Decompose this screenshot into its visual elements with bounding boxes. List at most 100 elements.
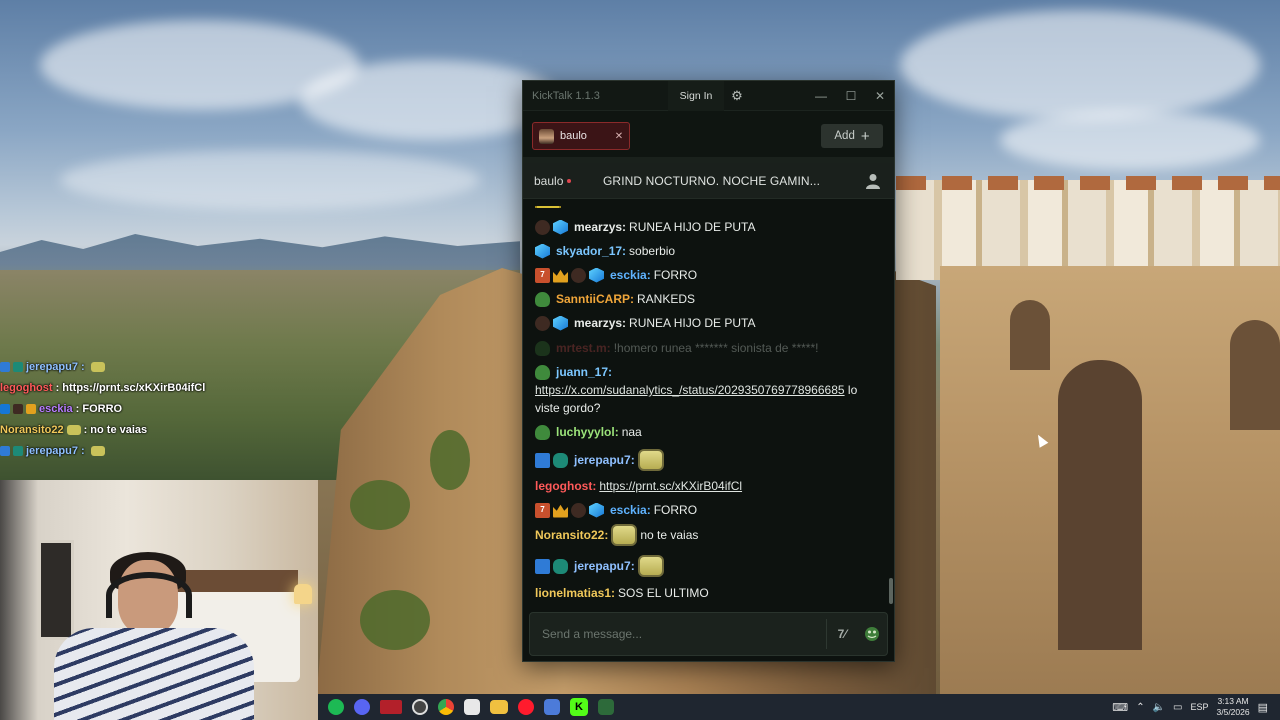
username: mrtest.m: — [556, 341, 611, 355]
message-link[interactable]: https://prnt.sc/xKXirB04ifCl — [599, 477, 742, 495]
frog-badge-icon — [535, 340, 550, 356]
gear-icon: ⚙ — [731, 88, 743, 103]
username[interactable]: legoghost: — [535, 477, 596, 495]
app-icon[interactable] — [380, 700, 402, 714]
sign-in-button[interactable]: Sign In — [668, 81, 724, 111]
message-text: RUNEA HIJO DE PUTA — [629, 220, 756, 234]
chat-message: jerepapu7: — [535, 449, 880, 471]
username[interactable]: jerepapu7: — [574, 451, 635, 469]
emote-icon — [637, 555, 664, 577]
username[interactable]: juann_17: — [556, 363, 612, 381]
clock[interactable]: 3:13 AM 3/5/2026 — [1217, 696, 1250, 718]
message-text: SOS EL ULTIMO — [618, 586, 709, 600]
username[interactable]: luchyyylol: — [556, 423, 619, 441]
minimize-icon: — — [815, 89, 827, 103]
notifications-icon[interactable]: ▤ — [1258, 701, 1268, 714]
stream-chat-overlay: jerepapu7 : legoghost: https://prnt.sc/x… — [0, 356, 220, 461]
taskbar: K ⌨ ⌃ 🔈 ▭ ESP 3:13 AM 3/5/2026 ▤ — [318, 694, 1280, 720]
chat-message: Noransito22: no te vaias — [535, 524, 880, 546]
close-window-button[interactable]: ✕ — [865, 81, 894, 111]
network-icon[interactable]: ▭ — [1173, 702, 1182, 713]
chat-message: luchyyylol: naa — [535, 423, 880, 441]
username[interactable]: esckia: — [610, 266, 651, 284]
kicktalk-taskbar-icon[interactable]: K — [570, 698, 588, 716]
channel-header: baulo GRIND NOCTURNO. NOCHE GAMIN... — [523, 163, 894, 199]
overlay-chat-line: jerepapu7 : — [0, 440, 220, 461]
hammer-badge-icon — [535, 452, 550, 468]
webcam-feed — [0, 480, 318, 720]
chat-message: 7 esckia: FORRO — [535, 266, 880, 284]
tab-label: baulo — [560, 130, 587, 142]
chat-scrollbar[interactable] — [889, 578, 893, 604]
stream-title: GRIND NOCTURNO. NOCHE GAMIN... — [603, 173, 821, 188]
app-icon[interactable] — [598, 699, 614, 715]
settings-button[interactable]: ⚙ — [726, 81, 748, 111]
app-title: KickTalk 1.1.3 — [532, 89, 600, 102]
close-icon: ✕ — [874, 89, 886, 103]
message-text: soberbio — [629, 244, 676, 258]
plus-icon: + — [860, 127, 870, 145]
username[interactable]: mearzys: — [574, 314, 626, 332]
message-text: RANKEDS — [637, 292, 696, 306]
ninja-badge-icon — [571, 502, 586, 518]
subscriber-badge-icon: 7 — [535, 267, 550, 283]
emote-icon — [637, 449, 664, 471]
title-bar[interactable]: KickTalk 1.1.3 Sign In ⚙ — ☐ ✕ — [523, 81, 894, 111]
username[interactable]: mearzys: — [574, 218, 626, 236]
username[interactable]: SanntiiCARP: — [556, 290, 634, 308]
chat-message: skyador_17: soberbio — [535, 242, 880, 260]
discord-icon[interactable] — [354, 699, 370, 715]
username[interactable]: esckia: — [610, 501, 651, 519]
clock-time: 3:13 AM — [1217, 696, 1249, 706]
tab-baulo[interactable]: baulo ✕ — [532, 122, 630, 150]
snake-badge-icon — [553, 452, 568, 468]
chat-messages: mearzys: RUNEA HIJO DE PUTA skyador_17: … — [523, 206, 894, 604]
system-tray: ⌨ ⌃ 🔈 ▭ ESP 3:13 AM 3/5/2026 ▤ — [1112, 694, 1280, 720]
username[interactable]: jerepapu7: — [574, 557, 635, 575]
overlay-chat-line: esckia: FORRO — [0, 398, 220, 419]
opera-icon[interactable] — [518, 699, 534, 715]
folder-icon[interactable] — [490, 700, 508, 714]
add-channel-button[interactable]: Add + — [821, 124, 883, 148]
message-text: naa — [621, 425, 642, 439]
chat-message: lionelmatias1: SOS EL ULTIMO — [535, 584, 880, 602]
emote-icon — [611, 524, 638, 546]
emote-picker-icon[interactable] — [857, 619, 887, 649]
chat-message: 7 esckia: FORRO — [535, 501, 880, 519]
message-text: FORRO — [653, 503, 698, 517]
cube-badge-icon — [589, 502, 604, 518]
app-icon[interactable] — [544, 699, 560, 715]
volume-icon[interactable]: 🔈 — [1153, 702, 1165, 713]
message-text: FORRO — [653, 268, 698, 282]
username[interactable]: Noransito22: — [535, 526, 608, 544]
hammer-badge-icon — [535, 558, 550, 574]
chrome-icon[interactable] — [438, 699, 454, 715]
spotify-icon[interactable] — [328, 699, 344, 715]
seven-tv-emotes-icon[interactable]: 7⁄ — [827, 619, 857, 649]
keyboard-icon[interactable]: ⌨ — [1112, 701, 1128, 714]
chat-message: legoghost: https://prnt.sc/xKXirB04ifCl — [535, 477, 880, 495]
user-list-icon[interactable] — [866, 173, 880, 189]
frog-badge-icon — [535, 424, 550, 440]
deleted-chat-message: mrtest.m: !homero runea ******* sionista… — [535, 339, 880, 357]
chat-message: mearzys: RUNEA HIJO DE PUTA — [535, 314, 880, 332]
keyboard-language[interactable]: ESP — [1190, 702, 1208, 712]
maximize-button[interactable]: ☐ — [836, 81, 866, 111]
ninja-badge-icon — [535, 315, 550, 331]
live-indicator-icon — [567, 178, 572, 183]
channel-name[interactable]: baulo — [523, 174, 563, 188]
username[interactable]: lionelmatias1: — [535, 584, 615, 602]
cube-badge-icon — [589, 267, 604, 283]
close-tab-icon[interactable]: ✕ — [613, 130, 625, 142]
message-input[interactable] — [530, 627, 826, 641]
cube-badge-icon — [553, 315, 568, 331]
chevron-up-icon[interactable]: ⌃ — [1136, 702, 1144, 713]
clock-date: 3/5/2026 — [1216, 707, 1250, 717]
obs-icon[interactable] — [412, 699, 428, 715]
minimize-button[interactable]: — — [806, 81, 836, 111]
username[interactable]: skyador_17: — [556, 242, 626, 260]
terminal-icon[interactable] — [464, 699, 480, 715]
message-link[interactable]: https://x.com/sudanalytics_/status/20293… — [535, 383, 845, 397]
add-label: Add — [834, 130, 855, 142]
chat-message: SanntiiCARP: RANKEDS — [535, 290, 880, 308]
